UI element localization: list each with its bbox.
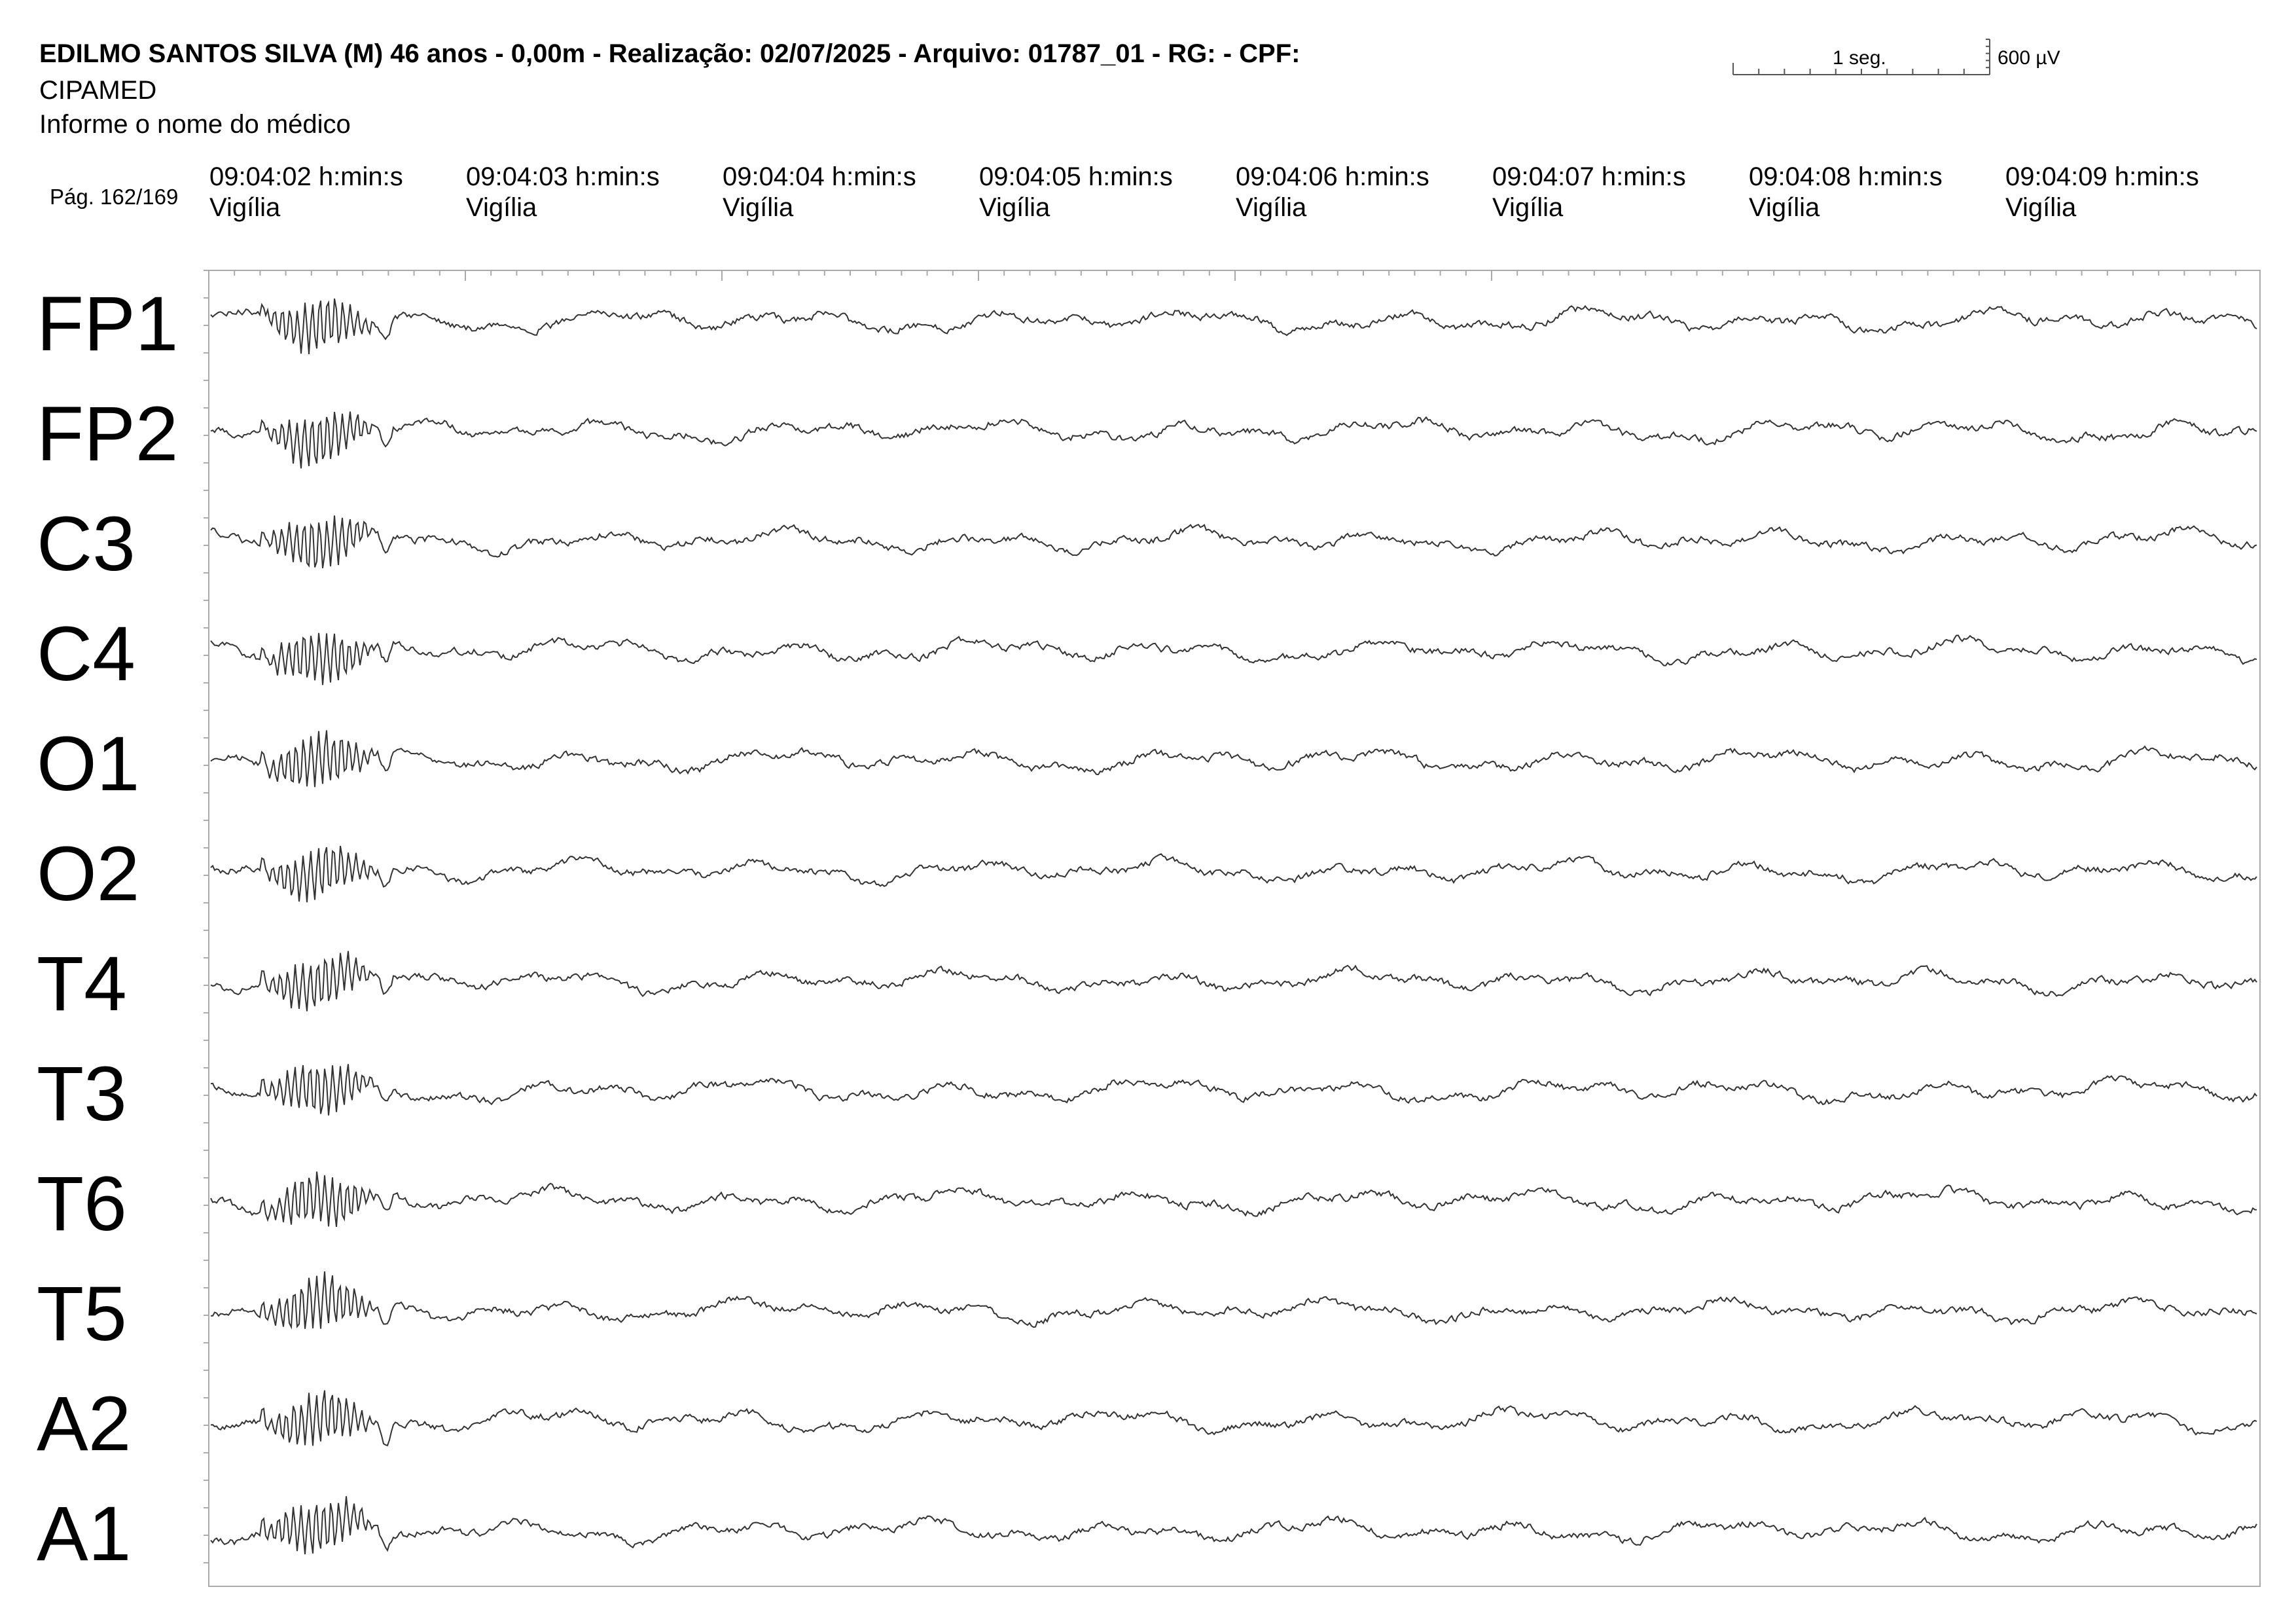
eeg-trace [210,298,2257,354]
eeg-frame [208,270,2261,1587]
eeg-trace [210,411,2257,469]
eeg-traces [210,298,2257,1555]
eeg-page-canvas [204,39,2261,1587]
eeg-trace [210,951,2257,1012]
eeg-trace [210,730,2257,788]
eeg-trace [210,1271,2257,1330]
eeg-trace [210,1390,2257,1447]
eeg-trace [210,1496,2257,1555]
eeg-trace [210,1171,2257,1228]
eeg-trace [210,1064,2257,1116]
eeg-trace [210,515,2257,569]
eeg-trace [210,632,2257,685]
frame-ticks [204,270,2236,1563]
scale-bar [1732,39,1990,75]
eeg-trace [210,845,2257,903]
